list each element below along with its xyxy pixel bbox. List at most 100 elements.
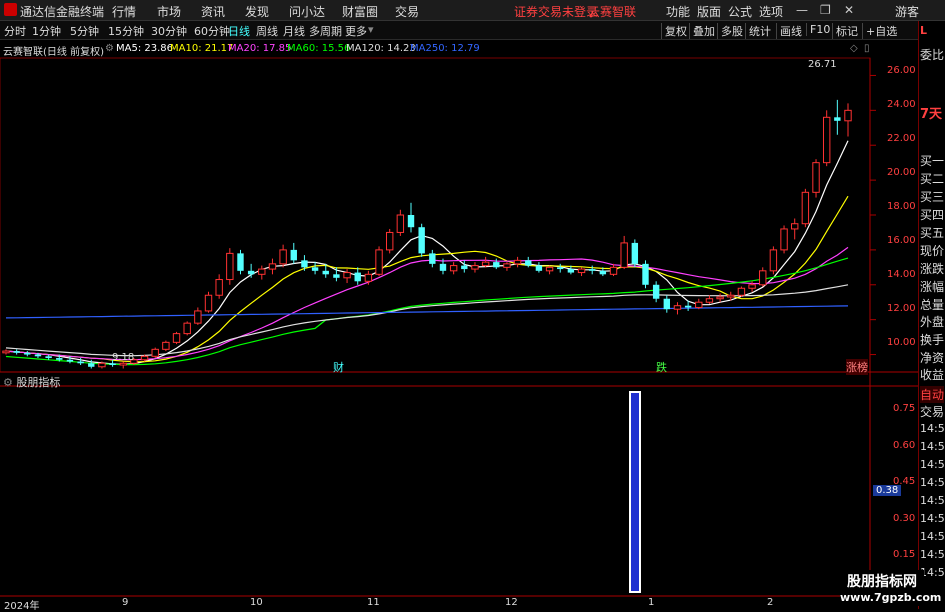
candle-body (705, 298, 714, 303)
indicator-axis-label: 0.75 (893, 403, 916, 414)
panel-level-label: L (920, 24, 928, 37)
panel-time: 14:56 (920, 458, 945, 471)
candle-body (493, 262, 500, 268)
panel-item: 买四 (920, 208, 945, 222)
panel-item: 买二 (920, 172, 945, 186)
candle-body (364, 273, 373, 282)
candle-body (66, 359, 74, 362)
indicator-toggle-icon[interactable]: ⚙ (3, 376, 16, 389)
candle-body (172, 333, 181, 343)
price-axis-label: 22.00 (887, 133, 916, 144)
panel-item: 收益 (920, 368, 945, 382)
price-axis-label: 20.00 (887, 167, 916, 178)
candle-body (557, 267, 564, 270)
candle-body (589, 269, 596, 271)
panel-trade-tab[interactable]: 交易 (920, 403, 944, 420)
date-axis-label: 11 (367, 597, 380, 608)
candle-body (620, 242, 628, 268)
indicator-name: 股朋指标 (16, 376, 61, 389)
candle-body (673, 305, 682, 310)
candle-body (333, 274, 340, 278)
panel-time: 14:56 (920, 512, 945, 525)
event-mark-limitup[interactable]: 涨榜 (846, 359, 868, 375)
panel-time: 14:56 (920, 530, 945, 543)
candle-body (258, 268, 266, 275)
ma250-line (5, 305, 849, 319)
candle-body (88, 363, 95, 367)
panel-weibi: 委比 (920, 48, 945, 62)
candle-body (322, 270, 329, 275)
date-axis-label: 2024年 (4, 601, 40, 612)
candle-body (375, 249, 383, 275)
panel-item: 买一 (920, 154, 945, 168)
candle-body (98, 362, 106, 368)
candle-body (545, 266, 554, 272)
candle-body (652, 284, 660, 299)
panel-time: 14:56 (920, 422, 945, 435)
indicator-title: ⚙ 股朋指标 (3, 374, 60, 390)
watermark-title: 股朋指标网 (847, 574, 917, 590)
price-axis-label: 26.00 (887, 65, 916, 76)
candle-body (2, 350, 10, 354)
date-axis-label: 10 (250, 597, 263, 608)
candle-body (609, 266, 618, 275)
candle-body (449, 265, 458, 272)
indicator-axis-label: 0.30 (893, 513, 916, 524)
candle-body (737, 287, 746, 296)
price-axis-label: 10.00 (887, 337, 916, 348)
panel-item: 现价 (920, 244, 945, 258)
event-mark-finance[interactable]: 财 (333, 359, 344, 375)
candle-body (354, 272, 361, 282)
candle-body (513, 259, 522, 265)
panel-item: 涨幅 (920, 280, 945, 294)
candle-body (301, 260, 308, 268)
ma120-line (5, 284, 849, 357)
candle-body (204, 294, 213, 312)
panel-time: 14:56 (920, 440, 945, 453)
candle-body (461, 265, 468, 270)
candle-body (268, 263, 277, 270)
candle-body (727, 294, 735, 298)
panel-seven-day[interactable]: 7天 (920, 103, 942, 122)
candle-body (759, 270, 767, 286)
candle-body (34, 354, 42, 357)
date-axis-label: 1 (648, 597, 655, 608)
candle-body (801, 191, 810, 225)
ma5-line (5, 140, 849, 365)
high-price-annotation: 26.71 (808, 59, 837, 70)
candle-body (311, 267, 319, 271)
candle-body (56, 358, 63, 360)
candle-body (226, 252, 234, 281)
candle-body (77, 361, 84, 364)
candle-body (535, 265, 543, 271)
candle-body (525, 260, 532, 266)
candle-body (780, 228, 788, 251)
candle-body (119, 362, 127, 366)
candle-body (716, 296, 724, 300)
candle-body (439, 263, 447, 271)
ma20-line (5, 246, 849, 361)
date-axis-label: 12 (505, 597, 518, 608)
panel-auto-button[interactable]: 自动 (920, 386, 945, 403)
candle-body (695, 301, 703, 308)
candle-body (237, 253, 244, 271)
candle-body (844, 109, 852, 122)
candle-body (769, 249, 778, 272)
candle-body (45, 356, 52, 359)
price-axis-label: 24.00 (887, 99, 916, 110)
candle-body (407, 215, 415, 228)
indicator-axis-label: 0.60 (893, 440, 916, 451)
candle-body (24, 352, 31, 355)
candle-body (642, 263, 649, 285)
event-mark-drop[interactable]: 跌 (656, 359, 667, 375)
candle-body (631, 242, 639, 264)
candle-body (577, 268, 586, 274)
date-axis-label: 9 (122, 597, 129, 608)
candle-body (343, 272, 351, 279)
panel-time: 14:56 (920, 494, 945, 507)
candle-body (140, 355, 149, 361)
candle-body (109, 363, 116, 366)
candle-body (481, 261, 490, 267)
candle-body (183, 322, 191, 335)
candle-body (429, 253, 436, 264)
